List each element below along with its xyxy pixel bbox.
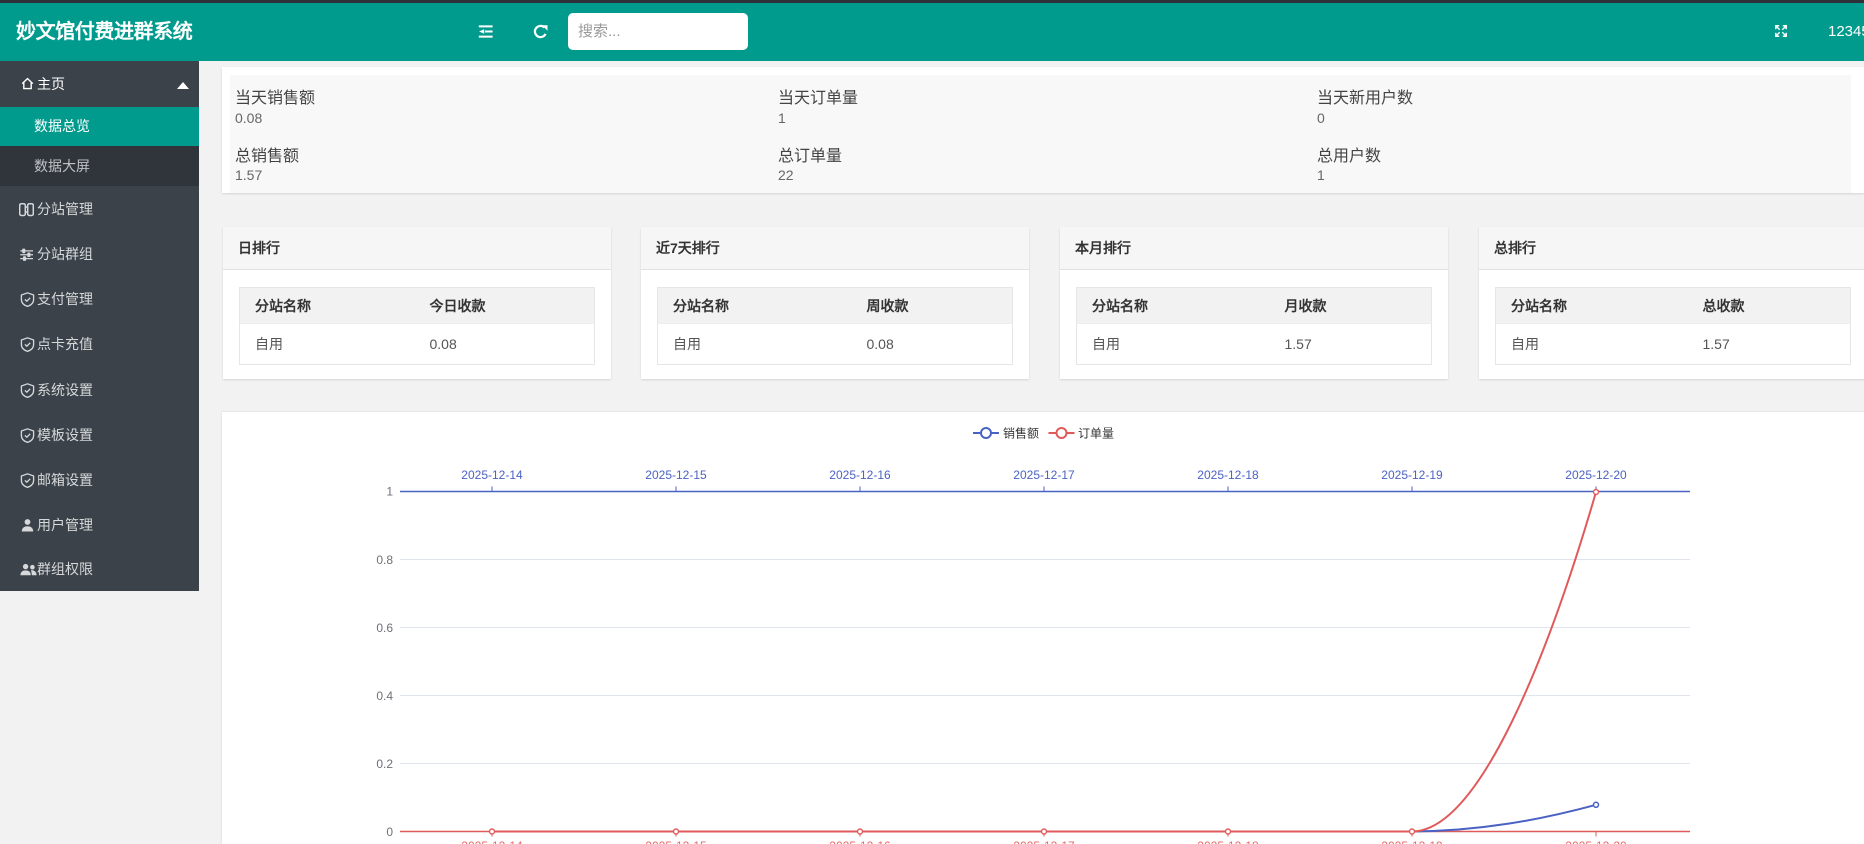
svg-text:2025-12-16: 2025-12-16: [829, 839, 891, 844]
svg-text:0: 0: [386, 825, 393, 839]
svg-text:2025-12-19: 2025-12-19: [1381, 839, 1443, 844]
svg-text:2025-12-14: 2025-12-14: [461, 468, 523, 482]
svg-text:0.2: 0.2: [376, 757, 393, 771]
svg-text:0.4: 0.4: [376, 689, 393, 703]
svg-text:2025-12-20: 2025-12-20: [1565, 839, 1627, 844]
svg-text:订单量: 订单量: [1078, 427, 1114, 441]
svg-text:2025-12-19: 2025-12-19: [1381, 468, 1443, 482]
svg-text:1: 1: [386, 485, 393, 499]
svg-text:2025-12-17: 2025-12-17: [1013, 468, 1075, 482]
svg-text:2025-12-18: 2025-12-18: [1197, 839, 1259, 844]
svg-text:2025-12-18: 2025-12-18: [1197, 468, 1259, 482]
svg-text:2025-12-14: 2025-12-14: [461, 839, 523, 844]
svg-text:0.8: 0.8: [376, 553, 393, 567]
svg-text:2025-12-15: 2025-12-15: [645, 468, 707, 482]
svg-text:销售额: 销售额: [1003, 426, 1039, 441]
svg-text:2025-12-16: 2025-12-16: [829, 468, 891, 482]
svg-text:0.6: 0.6: [376, 621, 393, 635]
svg-text:2025-12-15: 2025-12-15: [645, 839, 707, 844]
svg-text:2025-12-17: 2025-12-17: [1013, 839, 1075, 844]
svg-text:2025-12-20: 2025-12-20: [1565, 468, 1627, 482]
